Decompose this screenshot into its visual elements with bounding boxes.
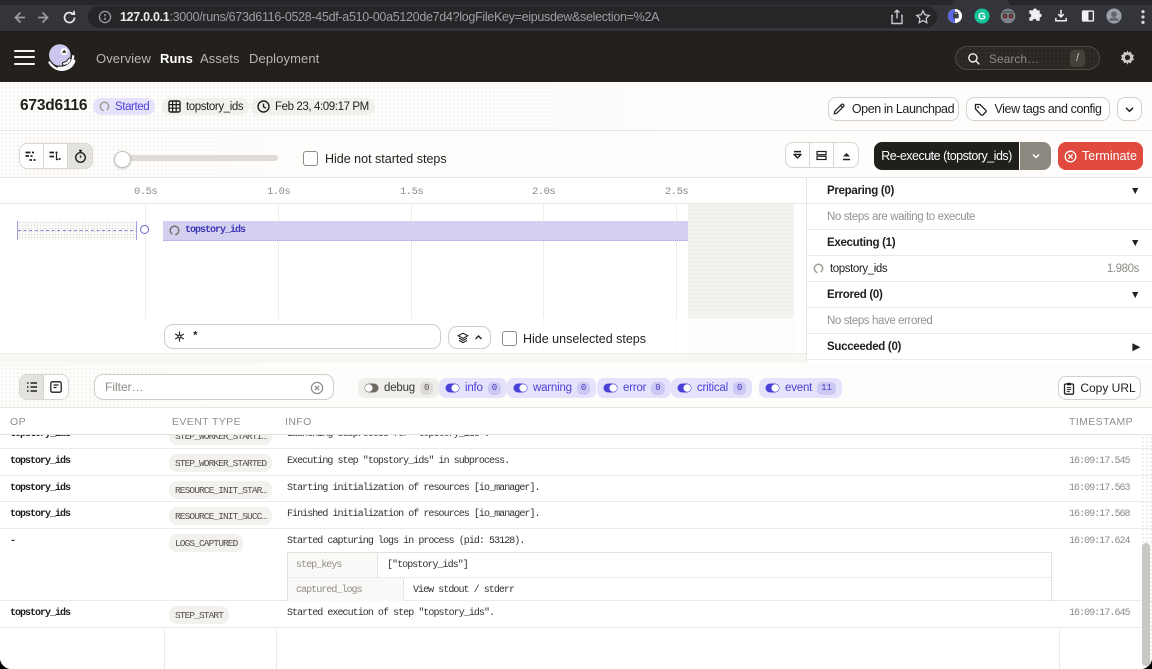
svg-text:G: G xyxy=(978,11,986,22)
